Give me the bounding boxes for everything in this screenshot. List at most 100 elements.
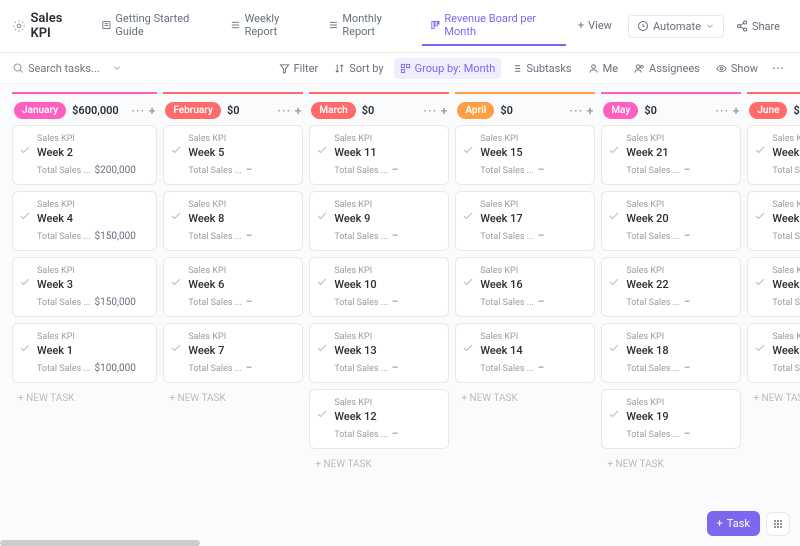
search-input[interactable] (28, 62, 108, 75)
task-card[interactable]: Sales KPI Week 20 Total Sales ... – (601, 191, 741, 251)
check-icon[interactable] (170, 276, 182, 288)
column-badge[interactable]: February (165, 102, 221, 119)
check-icon[interactable] (19, 342, 31, 354)
column-badge[interactable]: March (311, 102, 355, 119)
task-card[interactable]: Sales KPI Week 26 Total Sales ... – (747, 323, 800, 383)
column-add-icon[interactable]: + (295, 104, 302, 118)
column-more-icon[interactable]: ⋯ (569, 104, 583, 118)
tab-getting-started[interactable]: Getting Started Guide (93, 6, 218, 46)
check-icon[interactable] (316, 342, 328, 354)
show-button[interactable]: Show (710, 58, 764, 79)
check-icon[interactable] (19, 210, 31, 222)
task-card[interactable]: Sales KPI Week 21 Total Sales ... – (601, 125, 741, 185)
assignees-button[interactable]: Assignees (628, 58, 706, 79)
card-tag: Sales KPI (334, 398, 440, 408)
new-task-button[interactable]: + NEW TASK (455, 389, 595, 408)
horizontal-scrollbar[interactable] (0, 540, 200, 546)
column-more-icon[interactable]: ⋯ (277, 104, 291, 118)
task-card[interactable]: Sales KPI Week 6 Total Sales ... – (163, 257, 303, 317)
task-card[interactable]: Sales KPI Week 22 Total Sales ... – (601, 257, 741, 317)
check-icon[interactable] (170, 342, 182, 354)
check-icon[interactable] (608, 342, 620, 354)
card-title: Week 26 (772, 344, 800, 357)
check-icon[interactable] (316, 210, 328, 222)
column-more-icon[interactable]: ⋯ (423, 104, 437, 118)
filter-button[interactable]: Filter (273, 58, 325, 79)
automate-button[interactable]: Automate (628, 15, 724, 38)
task-card[interactable]: Sales KPI Week 11 Total Sales ... – (309, 125, 449, 185)
check-icon[interactable] (754, 276, 766, 288)
column-badge[interactable]: January (14, 102, 66, 119)
check-icon[interactable] (316, 144, 328, 156)
tab-monthly-report[interactable]: Monthly Report (320, 6, 418, 46)
task-card[interactable]: Sales KPI Week 3 Total Sales ... $150,00… (12, 257, 157, 317)
task-card[interactable]: Sales KPI Week 13 Total Sales ... – (309, 323, 449, 383)
tab-add-view[interactable]: + View (570, 13, 620, 40)
sales-label: Total Sales ... (772, 232, 800, 242)
column-add-icon[interactable]: + (587, 104, 594, 118)
me-button[interactable]: Me (582, 58, 624, 79)
new-task-button[interactable]: + NEW TASK (601, 455, 741, 474)
board-columns[interactable]: January $600,000 ⋯ + Sales KPI Week 2 To… (0, 84, 800, 546)
task-card[interactable]: Sales KPI Week 24 Total Sales ... – (747, 191, 800, 251)
new-task-button[interactable]: + NEW TASK (12, 389, 157, 408)
task-card[interactable]: Sales KPI Week 8 Total Sales ... – (163, 191, 303, 251)
check-icon[interactable] (170, 144, 182, 156)
check-icon[interactable] (19, 144, 31, 156)
check-icon[interactable] (462, 276, 474, 288)
share-button[interactable]: Share (728, 16, 788, 37)
column-badge[interactable]: June (749, 102, 787, 119)
task-card[interactable]: Sales KPI Week 4 Total Sales ... $150,00… (12, 191, 157, 251)
check-icon[interactable] (462, 210, 474, 222)
task-card[interactable]: Sales KPI Week 15 Total Sales ... – (455, 125, 595, 185)
column-more-icon[interactable]: ⋯ (131, 104, 145, 118)
task-card[interactable]: Sales KPI Week 25 Total Sales ... – (747, 125, 800, 185)
task-card[interactable]: Sales KPI Week 16 Total Sales ... – (455, 257, 595, 317)
new-task-fab[interactable]: + Task (707, 511, 760, 536)
check-icon[interactable] (608, 276, 620, 288)
check-icon[interactable] (754, 342, 766, 354)
task-card[interactable]: Sales KPI Week 2 Total Sales ... $200,00… (12, 125, 157, 185)
check-icon[interactable] (19, 276, 31, 288)
task-card[interactable]: Sales KPI Week 5 Total Sales ... – (163, 125, 303, 185)
column-more-icon[interactable]: ⋯ (715, 104, 729, 118)
groupby-button[interactable]: Group by: Month (394, 58, 502, 79)
toolbar: Filter Sort by Group by: Month Subtasks … (0, 53, 800, 84)
check-icon[interactable] (608, 144, 620, 156)
search-wrap[interactable] (12, 62, 132, 75)
task-card[interactable]: Sales KPI Week 18 Total Sales ... – (601, 323, 741, 383)
column-add-icon[interactable]: + (441, 104, 448, 118)
check-icon[interactable] (462, 342, 474, 354)
task-card[interactable]: Sales KPI Week 1 Total Sales ... $100,00… (12, 323, 157, 383)
tab-weekly-report[interactable]: Weekly Report (222, 6, 316, 46)
check-icon[interactable] (608, 408, 620, 420)
new-task-button[interactable]: + NEW TASK (163, 389, 303, 408)
chevron-down-icon[interactable] (112, 63, 122, 73)
check-icon[interactable] (316, 408, 328, 420)
apps-button[interactable] (766, 512, 790, 536)
column-add-icon[interactable]: + (733, 104, 740, 118)
check-icon[interactable] (170, 210, 182, 222)
task-card[interactable]: Sales KPI Week 14 Total Sales ... – (455, 323, 595, 383)
task-card[interactable]: Sales KPI Week 12 Total Sales ... – (309, 389, 449, 449)
column-add-icon[interactable]: + (149, 104, 156, 118)
check-icon[interactable] (462, 144, 474, 156)
check-icon[interactable] (316, 276, 328, 288)
check-icon[interactable] (754, 210, 766, 222)
more-icon[interactable]: ⋯ (768, 57, 788, 79)
new-task-button[interactable]: + NEW TASK (309, 455, 449, 474)
column-badge[interactable]: May (603, 102, 638, 119)
task-card[interactable]: Sales KPI Week 10 Total Sales ... – (309, 257, 449, 317)
check-icon[interactable] (754, 144, 766, 156)
task-card[interactable]: Sales KPI Week 9 Total Sales ... – (309, 191, 449, 251)
task-card[interactable]: Sales KPI Week 7 Total Sales ... – (163, 323, 303, 383)
sort-button[interactable]: Sort by (328, 58, 389, 79)
subtasks-button[interactable]: Subtasks (505, 58, 577, 79)
tab-revenue-board[interactable]: Revenue Board per Month (422, 6, 566, 46)
task-card[interactable]: Sales KPI Week 19 Total Sales ... – (601, 389, 741, 449)
column-badge[interactable]: April (457, 102, 494, 119)
task-card[interactable]: Sales KPI Week 17 Total Sales ... – (455, 191, 595, 251)
new-task-button[interactable]: + NEW TASK (747, 389, 800, 408)
check-icon[interactable] (608, 210, 620, 222)
task-card[interactable]: Sales KPI Week 23 Total Sales ... – (747, 257, 800, 317)
